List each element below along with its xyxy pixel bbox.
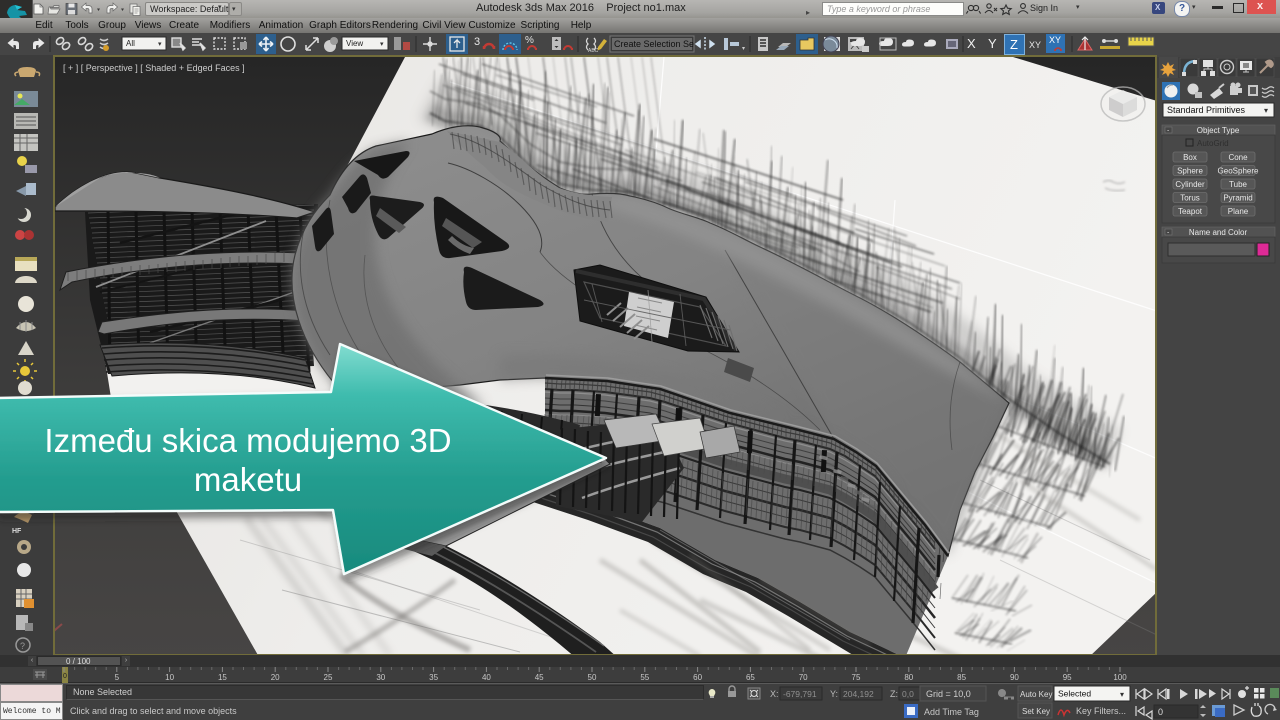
- svg-text:0: 0: [1158, 707, 1163, 717]
- svg-text:▾: ▾: [380, 41, 384, 48]
- svg-text:95: 95: [1063, 673, 1072, 682]
- svg-text:100: 100: [1113, 673, 1127, 682]
- svg-text:Name and Color: Name and Color: [1189, 228, 1248, 237]
- svg-text:Create Selection Se: Create Selection Se: [614, 39, 694, 49]
- svg-text:Selected: Selected: [1058, 689, 1091, 699]
- svg-text:Set Key: Set Key: [1022, 707, 1050, 716]
- svg-text:▾: ▾: [1120, 690, 1124, 699]
- svg-text:-679,791: -679,791: [783, 689, 817, 699]
- svg-text:GeoSphere: GeoSphere: [1218, 167, 1259, 176]
- svg-text:View: View: [346, 39, 363, 48]
- svg-text:35: 35: [429, 673, 438, 682]
- svg-text:▾: ▾: [742, 46, 745, 52]
- svg-text:20: 20: [271, 673, 280, 682]
- svg-text:70: 70: [799, 673, 808, 682]
- svg-text:Cone: Cone: [1228, 153, 1248, 162]
- svg-text:65: 65: [746, 673, 755, 682]
- svg-text:Object Type: Object Type: [1197, 126, 1240, 135]
- svg-text:60: 60: [693, 673, 702, 682]
- svg-text:85: 85: [957, 673, 966, 682]
- svg-text:0: 0: [63, 673, 67, 680]
- svg-text:204,192: 204,192: [843, 689, 874, 699]
- svg-text:Plane: Plane: [1228, 207, 1249, 216]
- svg-text:Add Time Tag: Add Time Tag: [924, 707, 979, 717]
- svg-text:Auto Key: Auto Key: [1020, 690, 1052, 699]
- svg-text:▾: ▾: [1264, 106, 1268, 115]
- svg-text:Key Filters...: Key Filters...: [1076, 706, 1126, 716]
- svg-text:Tube: Tube: [1229, 180, 1247, 189]
- svg-text:3: 3: [474, 36, 480, 48]
- svg-text:45: 45: [535, 673, 544, 682]
- svg-text:Torus: Torus: [1180, 194, 1200, 203]
- svg-text:15: 15: [218, 673, 227, 682]
- svg-text:HF: HF: [12, 528, 22, 535]
- svg-text:Grid = 10,0: Grid = 10,0: [926, 689, 971, 699]
- svg-text:%: %: [525, 35, 534, 46]
- svg-text:90: 90: [1010, 673, 1019, 682]
- svg-text:Sphere: Sphere: [1177, 167, 1203, 176]
- svg-text:Teapot: Teapot: [1178, 207, 1203, 216]
- svg-text:55: 55: [640, 673, 649, 682]
- svg-text:80: 80: [904, 673, 913, 682]
- svg-text:Standard Primitives: Standard Primitives: [1167, 105, 1246, 115]
- svg-text:Y:: Y:: [830, 689, 838, 699]
- svg-text:0,0: 0,0: [902, 689, 914, 699]
- svg-text:[ + ] [ Perspective ] [ Shaded: [ + ] [ Perspective ] [ Shaded + Edged F…: [63, 63, 245, 73]
- svg-text:Pyramid: Pyramid: [1223, 194, 1252, 203]
- svg-text:50: 50: [588, 673, 597, 682]
- svg-text:Box: Box: [1183, 153, 1197, 162]
- svg-text:10: 10: [165, 673, 174, 682]
- svg-text:ABC: ABC: [588, 48, 599, 54]
- svg-text:25: 25: [324, 673, 333, 682]
- svg-text:Z:: Z:: [890, 689, 898, 699]
- svg-text:AutoGrid: AutoGrid: [1197, 139, 1229, 148]
- svg-text:▾: ▾: [158, 41, 162, 48]
- svg-text:?: ?: [20, 641, 25, 651]
- svg-text:X:: X:: [770, 689, 779, 699]
- svg-text:5: 5: [115, 673, 120, 682]
- svg-text:30: 30: [376, 673, 385, 682]
- svg-text:Cylinder: Cylinder: [1175, 180, 1205, 189]
- svg-text:75: 75: [852, 673, 861, 682]
- svg-text:40: 40: [482, 673, 491, 682]
- svg-text:All: All: [126, 39, 135, 48]
